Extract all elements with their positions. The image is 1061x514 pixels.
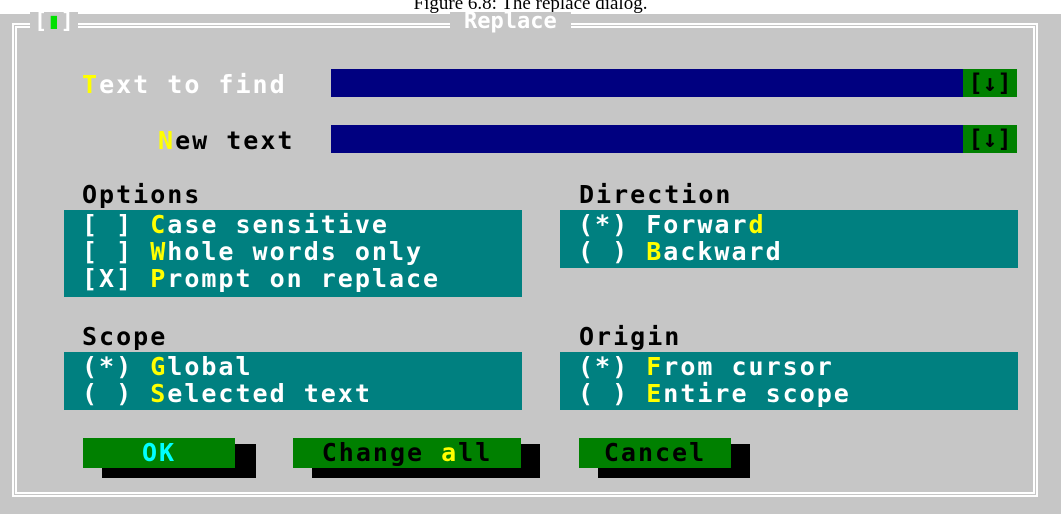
options-title: Options [82,180,202,209]
dialog-title: Replace [450,11,571,33]
replace-history-button[interactable]: [↓] [963,125,1017,153]
option-prompt-on-replace[interactable]: [X] Prompt on replace [64,265,522,292]
origin-group: (*) From cursor ( ) Entire scope [560,352,1018,410]
find-input[interactable] [331,69,963,97]
ok-button[interactable]: OK [83,438,235,468]
cancel-button-shadow-side [731,444,750,478]
find-label[interactable]: Text to find [82,72,287,98]
find-history-button[interactable]: [↓] [963,69,1017,97]
change-all-button-shadow-side [521,444,540,478]
close-icon: ▮ [47,9,61,34]
origin-from-cursor[interactable]: (*) From cursor [560,353,1018,380]
origin-title: Origin [579,322,682,351]
scope-title: Scope [82,322,168,351]
option-whole-words[interactable]: [ ] Whole words only [64,238,522,265]
direction-forward[interactable]: (*) Forward [560,211,1018,238]
scope-global[interactable]: (*) Global [64,353,522,380]
ok-button-shadow-side [235,444,256,478]
scope-selected-text[interactable]: ( ) Selected text [64,380,522,407]
option-case-sensitive[interactable]: [ ] Case sensitive [64,211,522,238]
direction-group: (*) Forward ( ) Backward [560,210,1018,268]
cancel-button[interactable]: Cancel [579,438,731,468]
close-button[interactable]: [▮] [30,9,78,34]
origin-entire-scope[interactable]: ( ) Entire scope [560,380,1018,407]
title-bar: [▮] Replace [0,9,1061,34]
replace-label[interactable]: New text [158,128,294,154]
change-all-button[interactable]: Change all [293,438,521,468]
options-group: [ ] Case sensitive [ ] Whole words only … [64,210,522,297]
direction-backward[interactable]: ( ) Backward [560,238,1018,265]
replace-dialog: [▮] Replace Text to find [↓] New text [↓… [0,9,1061,514]
scope-group: (*) Global ( ) Selected text [64,352,522,410]
direction-title: Direction [579,180,733,209]
replace-input[interactable] [331,125,963,153]
